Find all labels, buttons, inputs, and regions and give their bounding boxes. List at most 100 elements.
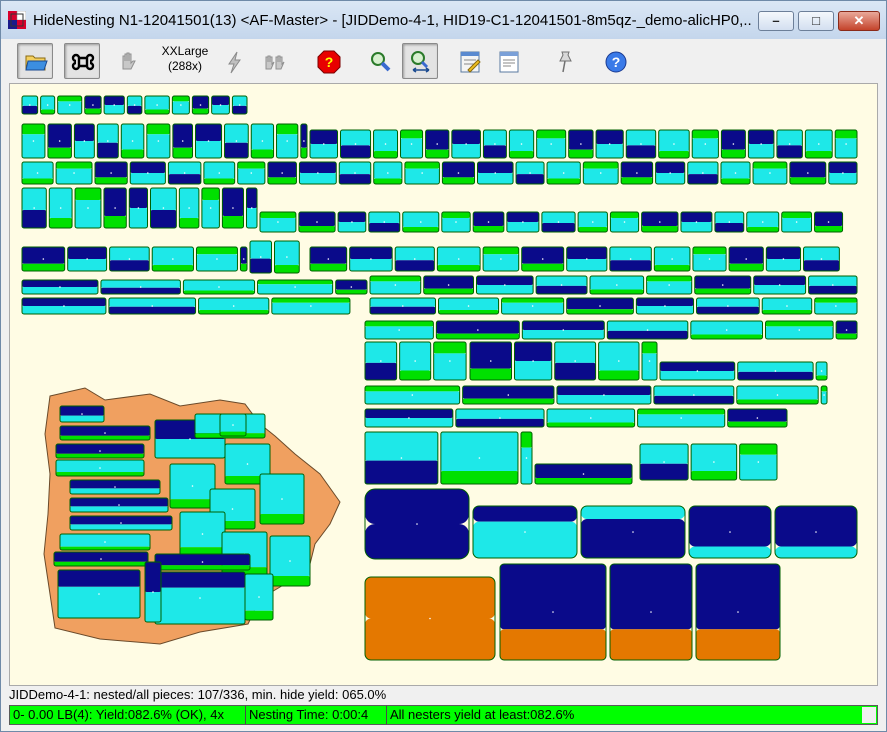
nested-piece[interactable] [96,123,119,159]
nested-piece[interactable] [641,211,679,233]
nested-piece[interactable] [179,511,226,557]
nested-piece[interactable] [55,459,145,477]
nested-piece[interactable] [224,123,249,159]
nested-piece[interactable] [373,161,403,185]
nested-piece[interactable] [506,211,540,233]
nested-piece[interactable] [69,515,173,531]
nested-piece[interactable] [535,275,588,295]
nested-piece[interactable] [566,297,634,315]
nested-piece[interactable] [21,95,39,115]
nested-piece[interactable] [231,95,248,115]
nested-piece[interactable] [658,129,690,159]
nested-piece[interactable] [515,161,545,185]
nested-piece[interactable] [364,320,434,340]
nested-piece[interactable] [400,129,424,159]
nested-piece[interactable] [828,161,858,185]
nested-piece[interactable] [245,187,258,229]
nested-piece[interactable] [423,275,474,295]
nested-piece[interactable] [59,425,151,441]
nested-piece[interactable] [128,187,148,229]
nested-piece[interactable] [808,275,858,295]
help-button[interactable]: ? [597,43,633,79]
nested-piece[interactable] [835,320,858,340]
nested-piece[interactable] [598,341,640,381]
nested-piece[interactable] [339,129,372,159]
minimize-button[interactable]: – [758,11,794,31]
nested-piece[interactable] [635,297,695,315]
nested-piece[interactable] [394,246,435,272]
nested-piece[interactable] [249,240,273,274]
nested-piece[interactable] [475,275,534,295]
nested-piece[interactable] [482,129,507,159]
nested-piece[interactable] [349,246,393,272]
nested-piece[interactable] [172,123,194,159]
nested-piece[interactable] [21,279,99,295]
nested-piece[interactable] [714,211,745,233]
nested-piece[interactable] [690,443,738,481]
nested-piece[interactable] [221,187,244,229]
nested-piece[interactable] [364,408,454,428]
nested-piece[interactable] [761,297,813,315]
nested-piece[interactable] [171,95,190,115]
nested-piece[interactable] [455,408,545,428]
nested-piece[interactable] [100,279,181,295]
nested-piece[interactable] [144,95,170,115]
zoom-button[interactable] [361,43,397,79]
nested-piece[interactable] [753,275,807,295]
stop-help-button[interactable]: ? [310,43,346,79]
nested-piece[interactable] [440,431,519,485]
nested-piece[interactable] [53,551,149,567]
nesting-drawing[interactable] [10,84,877,685]
nested-piece[interactable] [201,187,220,229]
nested-piece[interactable] [765,246,802,272]
nested-piece[interactable] [692,246,727,272]
nested-piece[interactable] [653,246,691,272]
nested-piece[interactable] [546,408,636,428]
nested-piece[interactable] [655,161,686,185]
nested-piece[interactable] [259,211,297,233]
nested-piece[interactable] [776,129,803,159]
nested-piece[interactable] [195,123,223,159]
nested-piece[interactable] [271,297,351,315]
nested-piece[interactable] [641,341,658,381]
hand-tool-button[interactable] [110,43,146,79]
nested-piece[interactable] [169,463,216,509]
nested-piece[interactable] [520,431,533,485]
nested-piece[interactable] [309,129,338,159]
nested-piece[interactable] [606,320,689,340]
nested-piece[interactable] [149,187,177,229]
nested-piece[interactable] [144,561,162,623]
nested-piece[interactable] [250,123,275,159]
nested-piece[interactable] [69,497,169,513]
nested-piece[interactable] [120,123,145,159]
nested-piece[interactable] [646,275,693,295]
nested-piece[interactable] [368,211,401,233]
nested-piece[interactable] [21,123,46,159]
nested-piece[interactable] [269,535,311,587]
nested-piece[interactable] [257,279,334,295]
nested-piece[interactable] [688,505,772,559]
nested-piece[interactable] [820,385,828,405]
command-button[interactable] [64,43,100,79]
nested-piece[interactable] [625,129,657,159]
nested-piece[interactable] [501,297,565,315]
nested-piece[interactable] [67,246,108,272]
nested-piece[interactable] [477,161,514,185]
nested-piece[interactable] [469,341,513,381]
nested-piece[interactable] [109,246,150,272]
nested-piece[interactable] [765,320,834,340]
title-bar[interactable]: HideNesting N1-12041501(13) <AF-Master> … [1,1,886,39]
nested-piece[interactable] [736,385,819,405]
nested-piece[interactable] [451,129,481,159]
nested-piece[interactable] [436,246,481,272]
nested-piece[interactable] [298,161,337,185]
nested-piece[interactable] [178,187,200,229]
nested-piece[interactable] [338,161,372,185]
nested-piece[interactable] [373,129,399,159]
nested-piece[interactable] [690,320,764,340]
nested-piece[interactable] [739,443,778,481]
nested-piece[interactable] [21,187,47,229]
nested-piece[interactable] [69,479,161,495]
nested-piece[interactable] [298,211,336,233]
nested-piece[interactable] [814,211,844,233]
